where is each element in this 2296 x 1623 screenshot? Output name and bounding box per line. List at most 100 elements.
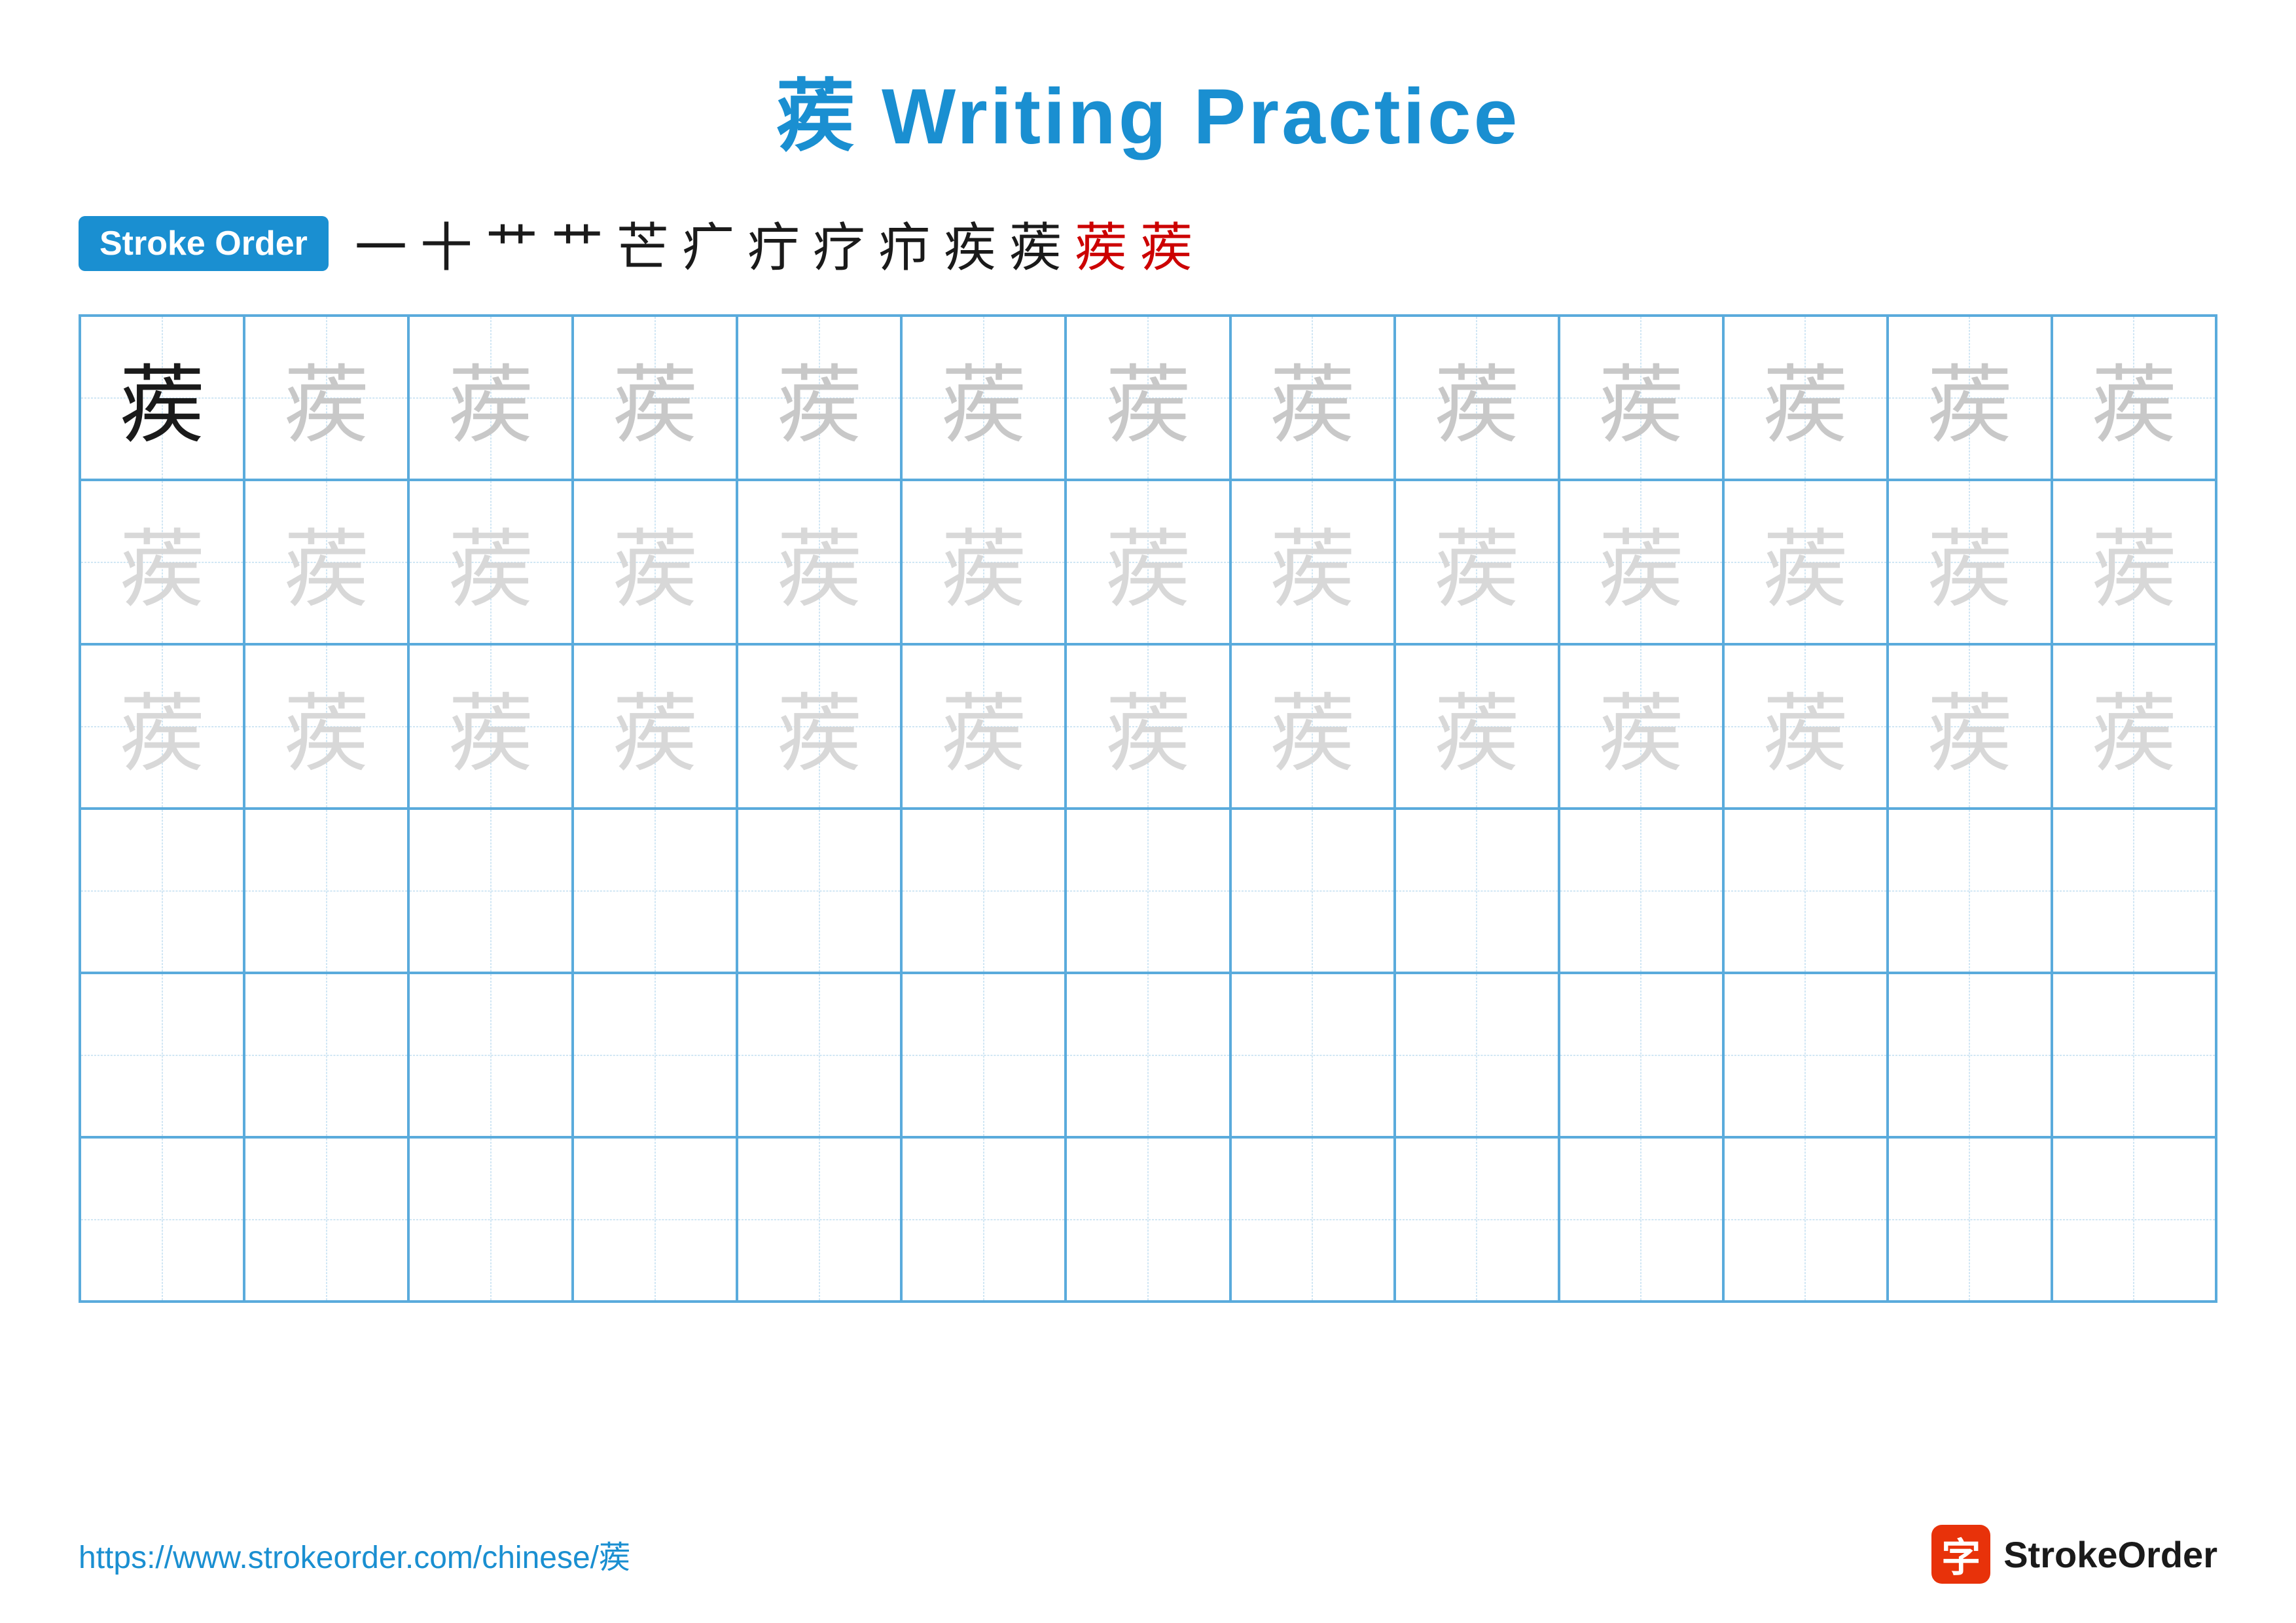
char-in-cell: 蒺 bbox=[1270, 665, 1355, 788]
grid-cell-4-10[interactable] bbox=[1723, 973, 1888, 1137]
grid-cell-4-5[interactable] bbox=[901, 973, 1066, 1137]
char-in-cell: 蒺 bbox=[777, 665, 862, 788]
grid-cell-1-0[interactable]: 蒺 bbox=[80, 480, 244, 644]
footer-url[interactable]: https://www.strokeorder.com/chinese/蒺 bbox=[79, 1531, 630, 1577]
grid-cell-3-3[interactable] bbox=[573, 809, 737, 973]
char-in-cell: 蒺 bbox=[120, 665, 205, 788]
grid-cell-0-5[interactable]: 蒺 bbox=[901, 316, 1066, 480]
grid-cell-0-10[interactable]: 蒺 bbox=[1723, 316, 1888, 480]
stroke-step-12: 蒺 bbox=[1140, 206, 1193, 282]
grid-cell-1-8[interactable]: 蒺 bbox=[1395, 480, 1559, 644]
grid-cell-2-3[interactable]: 蒺 bbox=[573, 644, 737, 809]
grid-cell-5-8[interactable] bbox=[1395, 1137, 1559, 1302]
grid-cell-4-9[interactable] bbox=[1559, 973, 1723, 1137]
grid-cell-3-10[interactable] bbox=[1723, 809, 1888, 973]
grid-cell-4-4[interactable] bbox=[737, 973, 901, 1137]
char-in-cell: 蒺 bbox=[120, 501, 205, 624]
grid-cell-0-0[interactable]: 蒺 bbox=[80, 316, 244, 480]
char-in-cell: 蒺 bbox=[613, 665, 698, 788]
grid-cell-2-0[interactable]: 蒺 bbox=[80, 644, 244, 809]
grid-cell-5-0[interactable] bbox=[80, 1137, 244, 1302]
grid-cell-3-11[interactable] bbox=[1888, 809, 2052, 973]
grid-cell-0-9[interactable]: 蒺 bbox=[1559, 316, 1723, 480]
grid-cell-5-3[interactable] bbox=[573, 1137, 737, 1302]
char-in-cell: 蒺 bbox=[448, 501, 533, 624]
grid-cell-4-11[interactable] bbox=[1888, 973, 2052, 1137]
grid-cell-5-7[interactable] bbox=[1230, 1137, 1395, 1302]
grid-cell-4-7[interactable] bbox=[1230, 973, 1395, 1137]
grid-cell-1-9[interactable]: 蒺 bbox=[1559, 480, 1723, 644]
char-in-cell: 蒺 bbox=[1105, 665, 1191, 788]
grid-cell-2-1[interactable]: 蒺 bbox=[244, 644, 408, 809]
char-in-cell: 蒺 bbox=[1434, 337, 1519, 460]
char-in-cell: 蒺 bbox=[777, 337, 862, 460]
grid-cell-5-6[interactable] bbox=[1066, 1137, 1230, 1302]
grid-cell-2-4[interactable]: 蒺 bbox=[737, 644, 901, 809]
char-in-cell: 蒺 bbox=[2091, 337, 2176, 460]
grid-cell-1-6[interactable]: 蒺 bbox=[1066, 480, 1230, 644]
grid-cell-0-11[interactable]: 蒺 bbox=[1888, 316, 2052, 480]
grid-cell-3-4[interactable] bbox=[737, 809, 901, 973]
grid-cell-2-11[interactable]: 蒺 bbox=[1888, 644, 2052, 809]
grid-cell-1-7[interactable]: 蒺 bbox=[1230, 480, 1395, 644]
grid-cell-1-11[interactable]: 蒺 bbox=[1888, 480, 2052, 644]
grid-cell-4-2[interactable] bbox=[408, 973, 573, 1137]
grid-cell-5-5[interactable] bbox=[901, 1137, 1066, 1302]
grid-cell-5-12[interactable] bbox=[2052, 1137, 2216, 1302]
grid-cell-5-10[interactable] bbox=[1723, 1137, 1888, 1302]
grid-cell-2-10[interactable]: 蒺 bbox=[1723, 644, 1888, 809]
grid-cell-2-9[interactable]: 蒺 bbox=[1559, 644, 1723, 809]
char-in-cell: 蒺 bbox=[448, 665, 533, 788]
grid-cell-0-8[interactable]: 蒺 bbox=[1395, 316, 1559, 480]
grid-cell-4-8[interactable] bbox=[1395, 973, 1559, 1137]
grid-cell-4-0[interactable] bbox=[80, 973, 244, 1137]
grid-cell-0-2[interactable]: 蒺 bbox=[408, 316, 573, 480]
grid-cell-3-2[interactable] bbox=[408, 809, 573, 973]
grid-cell-3-5[interactable] bbox=[901, 809, 1066, 973]
grid-cell-2-5[interactable]: 蒺 bbox=[901, 644, 1066, 809]
grid-cell-3-12[interactable] bbox=[2052, 809, 2216, 973]
grid-cell-1-2[interactable]: 蒺 bbox=[408, 480, 573, 644]
stroke-order-badge: Stroke Order bbox=[79, 216, 329, 271]
char-in-cell: 蒺 bbox=[1763, 665, 1848, 788]
grid-cell-2-2[interactable]: 蒺 bbox=[408, 644, 573, 809]
grid-cell-4-1[interactable] bbox=[244, 973, 408, 1137]
grid-cell-2-12[interactable]: 蒺 bbox=[2052, 644, 2216, 809]
grid-cell-5-9[interactable] bbox=[1559, 1137, 1723, 1302]
grid-cell-0-6[interactable]: 蒺 bbox=[1066, 316, 1230, 480]
grid-cell-5-1[interactable] bbox=[244, 1137, 408, 1302]
grid-cell-4-12[interactable] bbox=[2052, 973, 2216, 1137]
grid-cell-3-8[interactable] bbox=[1395, 809, 1559, 973]
grid-cell-2-7[interactable]: 蒺 bbox=[1230, 644, 1395, 809]
grid-cell-5-11[interactable] bbox=[1888, 1137, 2052, 1302]
grid-cell-3-1[interactable] bbox=[244, 809, 408, 973]
grid-cell-4-6[interactable] bbox=[1066, 973, 1230, 1137]
grid-cell-0-3[interactable]: 蒺 bbox=[573, 316, 737, 480]
grid-cell-1-12[interactable]: 蒺 bbox=[2052, 480, 2216, 644]
stroke-step-10: 蒺 bbox=[1009, 206, 1062, 282]
grid-cell-3-6[interactable] bbox=[1066, 809, 1230, 973]
grid-cell-5-4[interactable] bbox=[737, 1137, 901, 1302]
grid-cell-5-2[interactable] bbox=[408, 1137, 573, 1302]
char-in-cell: 蒺 bbox=[1105, 501, 1191, 624]
grid-cell-0-7[interactable]: 蒺 bbox=[1230, 316, 1395, 480]
grid-cell-1-4[interactable]: 蒺 bbox=[737, 480, 901, 644]
grid-cell-2-6[interactable]: 蒺 bbox=[1066, 644, 1230, 809]
stroke-step-3: 艹 bbox=[551, 206, 603, 282]
grid-cell-4-3[interactable] bbox=[573, 973, 737, 1137]
grid-cell-3-9[interactable] bbox=[1559, 809, 1723, 973]
grid-cell-1-5[interactable]: 蒺 bbox=[901, 480, 1066, 644]
grid-cell-1-3[interactable]: 蒺 bbox=[573, 480, 737, 644]
grid-cell-1-10[interactable]: 蒺 bbox=[1723, 480, 1888, 644]
grid-cell-3-0[interactable] bbox=[80, 809, 244, 973]
char-in-cell: 蒺 bbox=[1598, 337, 1683, 460]
grid-cell-0-4[interactable]: 蒺 bbox=[737, 316, 901, 480]
grid-cell-2-8[interactable]: 蒺 bbox=[1395, 644, 1559, 809]
grid-cell-1-1[interactable]: 蒺 bbox=[244, 480, 408, 644]
grid-cell-0-1[interactable]: 蒺 bbox=[244, 316, 408, 480]
grid-row-5 bbox=[80, 1137, 2216, 1302]
char-in-cell: 蒺 bbox=[2091, 501, 2176, 624]
logo-icon: 字 bbox=[1931, 1525, 1990, 1584]
grid-cell-0-12[interactable]: 蒺 bbox=[2052, 316, 2216, 480]
grid-cell-3-7[interactable] bbox=[1230, 809, 1395, 973]
